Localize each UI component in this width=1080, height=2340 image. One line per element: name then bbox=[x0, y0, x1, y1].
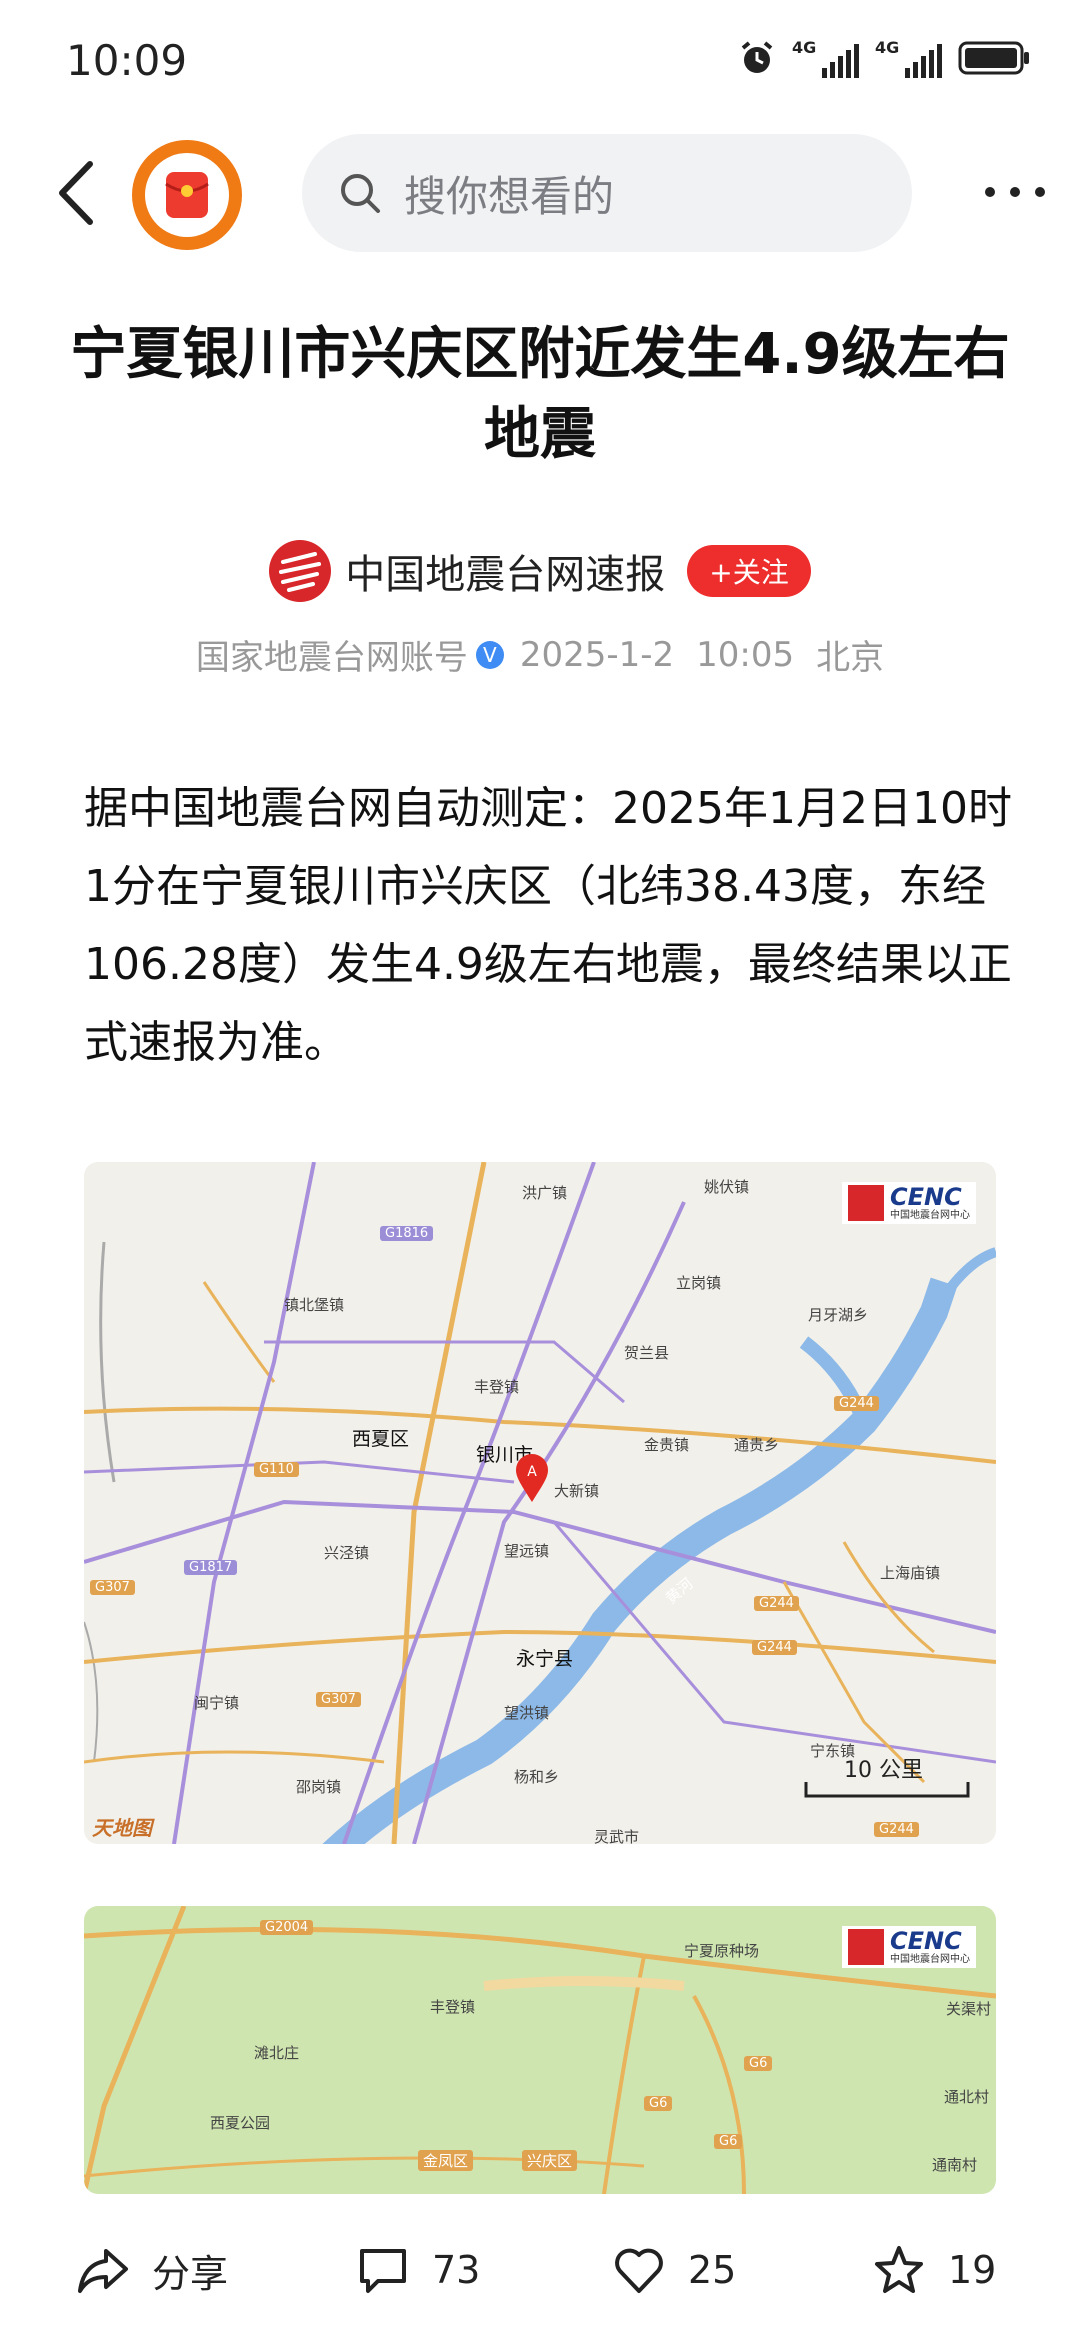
star-icon bbox=[875, 2246, 923, 2293]
publish-date: 2025-1-2 bbox=[519, 634, 675, 675]
map-label: 关渠村 bbox=[946, 2000, 992, 2018]
map-label: 邵岗镇 bbox=[296, 1778, 342, 1796]
map-label: 通北村 bbox=[944, 2088, 990, 2106]
road-label: G6 bbox=[644, 2096, 673, 2111]
comment-icon bbox=[360, 2249, 406, 2293]
verified-icon: V bbox=[475, 640, 504, 669]
map-label: 永宁县 bbox=[516, 1648, 574, 1670]
map-label: 灵武市 bbox=[594, 1828, 640, 1844]
cenc-logo-icon bbox=[279, 552, 322, 592]
map-label: 西夏区 bbox=[352, 1428, 410, 1450]
scale-label: 10 公里 bbox=[844, 1758, 923, 1783]
author-avatar[interactable] bbox=[269, 540, 332, 602]
status-icons: 4G 4G bbox=[738, 38, 1032, 78]
road-label: G1816 bbox=[380, 1226, 434, 1241]
location-map[interactable]: G2004 G6 G6 G6 宁夏原种场 丰登镇 滩北庄 西夏公园 金凤区 兴庆… bbox=[84, 1906, 996, 2194]
map-label: 兴庆区 bbox=[522, 2150, 578, 2171]
like-button[interactable]: 25 bbox=[612, 2240, 736, 2300]
more-options-icon[interactable] bbox=[980, 180, 1050, 204]
heart-icon bbox=[615, 2248, 663, 2293]
map-label: 洪广镇 bbox=[522, 1184, 568, 1202]
map-label: 宁夏原种场 bbox=[684, 1942, 760, 1960]
map-label: 西夏公园 bbox=[210, 2114, 271, 2132]
share-icon bbox=[78, 2249, 128, 2293]
author-row: 中国地震台网速报 +关注 bbox=[0, 540, 1080, 602]
cenc-logo-icon bbox=[848, 1185, 884, 1221]
road-label: G110 bbox=[254, 1462, 299, 1477]
cenc-watermark: CENC 中国地震台网中心 bbox=[842, 1926, 976, 1968]
map-label: 金贵镇 bbox=[644, 1436, 690, 1454]
author-name[interactable]: 中国地震台网速报 bbox=[345, 542, 665, 600]
map-label: 丰登镇 bbox=[474, 1378, 520, 1396]
map-label: 望远镇 bbox=[504, 1542, 550, 1560]
comment-button[interactable]: 73 bbox=[356, 2240, 480, 2300]
map-label: 通南村 bbox=[932, 2156, 978, 2174]
article-body: 据中国地震台网自动测定：2025年1月2日10时1分在宁夏银川市兴庆区（北纬38… bbox=[84, 783, 1012, 1068]
cenc-logo-icon bbox=[848, 1929, 884, 1965]
map-label: 立岗镇 bbox=[676, 1274, 722, 1292]
search-placeholder: 搜你想看的 bbox=[404, 171, 615, 221]
share-button[interactable]: 分享 bbox=[76, 2240, 228, 2300]
road-label: G307 bbox=[316, 1692, 361, 1707]
map-label: 月牙湖乡 bbox=[808, 1306, 869, 1324]
map-label: 望洪镇 bbox=[504, 1704, 550, 1722]
map-label: 滩北庄 bbox=[254, 2044, 300, 2062]
publish-time: 10:05 bbox=[696, 634, 795, 675]
status-time: 10:09 bbox=[66, 36, 188, 85]
article-title: 宁夏银川市兴庆区附近发生4.9级左右地震 bbox=[70, 322, 1010, 467]
favorite-count: 19 bbox=[948, 2248, 997, 2292]
comment-count: 73 bbox=[432, 2248, 481, 2292]
map-label: 金凤区 bbox=[418, 2150, 474, 2171]
battery-icon bbox=[958, 41, 1029, 75]
bottom-action-bar: 分享 73 25 19 bbox=[0, 2220, 1080, 2340]
svg-text:A: A bbox=[527, 1464, 537, 1480]
tianditu-watermark: 天地图 bbox=[92, 1816, 152, 1840]
search-box[interactable]: 搜你想看的 bbox=[302, 134, 912, 252]
follow-button[interactable]: +关注 bbox=[687, 545, 811, 597]
road-label: G244 bbox=[754, 1596, 799, 1611]
map-label: 闽宁镇 bbox=[194, 1694, 240, 1712]
app-logo[interactable] bbox=[132, 140, 242, 250]
map-label: 杨和乡 bbox=[514, 1768, 560, 1786]
map-label: 镇北堡镇 bbox=[284, 1296, 345, 1314]
account-label: 国家地震台网账号 bbox=[195, 638, 468, 678]
road-label: G2004 bbox=[260, 1920, 314, 1935]
road-label: G307 bbox=[90, 1580, 135, 1595]
top-nav-bar: 搜你想看的 bbox=[0, 120, 1080, 260]
article-meta: 国家地震台网账号 V 2025-1-2 10:05 北京 bbox=[0, 630, 1080, 679]
favorite-button[interactable]: 19 bbox=[872, 2240, 996, 2300]
map-label: 兴泾镇 bbox=[324, 1544, 370, 1562]
map-label: 上海庙镇 bbox=[880, 1564, 941, 1582]
cenc-watermark: CENC 中国地震台网中心 bbox=[842, 1182, 976, 1224]
map-label: 通贵乡 bbox=[734, 1436, 780, 1454]
road-label: G6 bbox=[714, 2134, 743, 2149]
search-icon bbox=[341, 174, 380, 213]
alarm-icon bbox=[741, 41, 773, 73]
red-envelope-icon bbox=[165, 172, 209, 218]
epicenter-pin-icon[interactable]: A bbox=[514, 1454, 550, 1504]
map-label: 贺兰县 bbox=[624, 1344, 670, 1362]
road-label: G244 bbox=[874, 1822, 919, 1837]
signal-icon-2: 4G bbox=[875, 38, 942, 78]
road-label: G1817 bbox=[184, 1560, 238, 1575]
back-arrow-icon[interactable] bbox=[52, 158, 102, 228]
road-label: G244 bbox=[752, 1640, 797, 1655]
status-bar: 10:09 4G 4G bbox=[0, 0, 1080, 120]
publish-location: 北京 bbox=[816, 638, 885, 678]
road-label: G244 bbox=[834, 1396, 879, 1411]
signal-icon-1: 4G bbox=[792, 38, 859, 78]
epicenter-map[interactable]: 洪广镇 姚伏镇 镇北堡镇 立岗镇 月牙湖乡 丰登镇 贺兰县 西夏区 银川市 金贵… bbox=[84, 1162, 996, 1844]
map-label: 姚伏镇 bbox=[704, 1178, 750, 1196]
road-label: G6 bbox=[744, 2056, 773, 2071]
map-label: 大新镇 bbox=[554, 1482, 600, 1500]
share-label: 分享 bbox=[152, 2251, 229, 2296]
like-count: 25 bbox=[688, 2248, 737, 2292]
map-label: 丰登镇 bbox=[430, 1998, 476, 2016]
